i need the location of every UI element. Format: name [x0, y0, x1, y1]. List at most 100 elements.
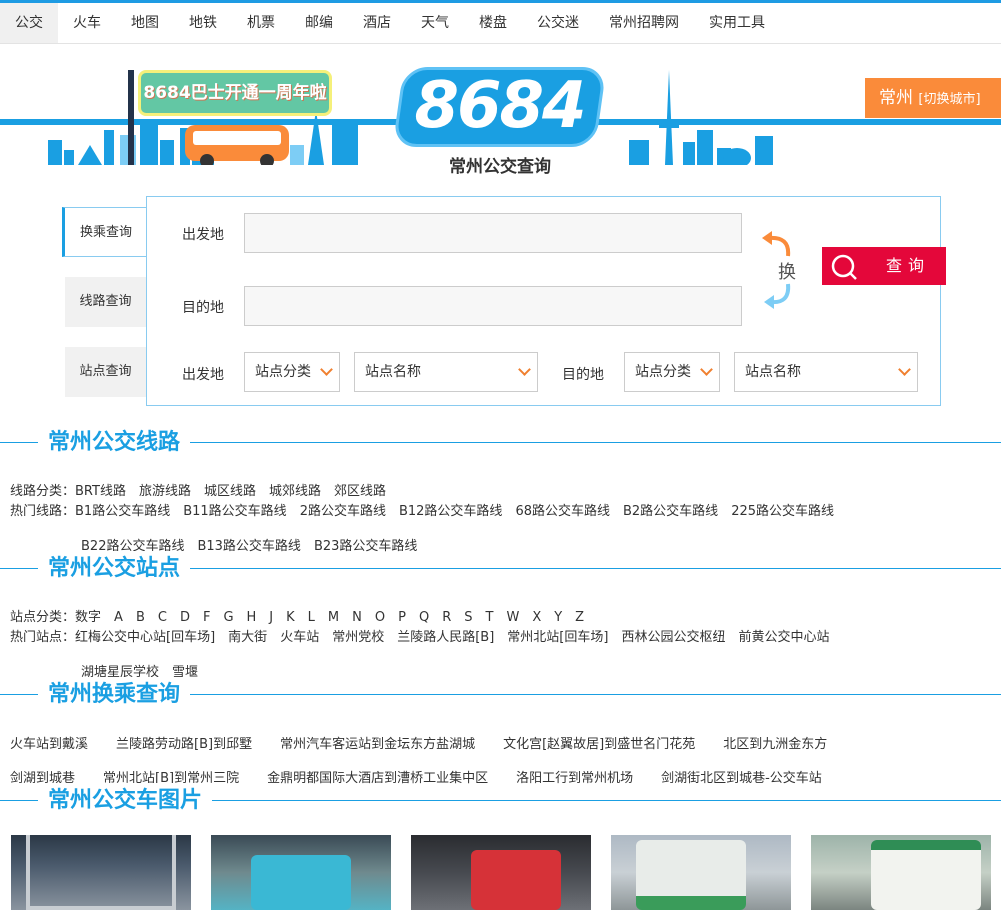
link[interactable]: B23路公交车路线	[314, 539, 417, 554]
bus-photo[interactable]	[11, 835, 191, 910]
nav-item-tools[interactable]: 实用工具	[694, 3, 780, 43]
from-station-category-select[interactable]: 站点分类	[244, 352, 340, 392]
letter-link[interactable]: A	[114, 610, 123, 625]
link[interactable]: B1路公交车路线	[75, 504, 170, 519]
nav-item-map[interactable]: 地图	[116, 3, 174, 43]
section-title-stations: 常州公交站点	[38, 551, 191, 587]
letter-link[interactable]: B	[136, 610, 145, 625]
letter-link[interactable]: Z	[575, 610, 584, 625]
letter-link[interactable]: R	[442, 610, 451, 625]
link[interactable]: 兰陵路人民路[B]	[397, 630, 494, 645]
letter-link[interactable]: T	[486, 610, 494, 625]
search-button[interactable]: 查询	[822, 247, 946, 285]
nav-item-hotel[interactable]: 酒店	[348, 3, 406, 43]
link[interactable]: 红梅公交中心站[回车场]	[75, 630, 215, 645]
link[interactable]: 兰陵路劳动路[B]到邱墅	[116, 737, 252, 752]
link[interactable]: 城区线路	[204, 484, 256, 499]
city-switch-button[interactable]: 常州 [切换城市]	[865, 78, 1001, 118]
station-to-label: 目的地	[562, 367, 604, 383]
link[interactable]: 常州北站[回车场]	[507, 630, 608, 645]
letter-link[interactable]: O	[375, 610, 385, 625]
link[interactable]: 郊区线路	[334, 484, 386, 499]
from-label: 出发地	[182, 227, 224, 243]
letter-link[interactable]: H	[247, 610, 257, 625]
link[interactable]: 火车站到戴溪	[10, 737, 88, 752]
bus-photo[interactable]	[611, 835, 791, 910]
link[interactable]: 常州汽车客运站到金坛东方盐湖城	[280, 737, 475, 752]
nav-item-train[interactable]: 火车	[58, 3, 116, 43]
nav-item-property[interactable]: 楼盘	[464, 3, 522, 43]
nav-item-bus-fans[interactable]: 公交迷	[522, 3, 594, 43]
link[interactable]: 城郊线路	[269, 484, 321, 499]
link[interactable]: 火车站	[280, 630, 319, 645]
row-label: 热门站点：	[10, 630, 76, 645]
city-skyline-right-icon	[629, 70, 773, 165]
line-categories-row: 线路分类：BRT线路 旅游线路 城区线路 城郊线路 郊区线路	[10, 480, 399, 499]
letter-link[interactable]: D	[180, 610, 190, 625]
sign-pole	[128, 70, 134, 165]
link[interactable]: 旅游线路	[139, 484, 191, 499]
search-button-label: 查询	[886, 256, 931, 275]
nav-item-jobs[interactable]: 常州招聘网	[594, 3, 694, 43]
bus-photo[interactable]	[811, 835, 991, 910]
section-title-photos: 常州公交车图片	[38, 783, 213, 819]
letter-link[interactable]: M	[328, 610, 339, 625]
letter-link[interactable]: X	[532, 610, 541, 625]
row-label: 热门线路：	[10, 504, 76, 519]
link[interactable]: 2路公交车路线	[300, 504, 386, 519]
letter-link[interactable]: Y	[554, 610, 562, 625]
link[interactable]: 剑湖街北区到城巷-公交车站	[661, 771, 822, 786]
anniversary-promo[interactable]: 8684巴士开通一周年啦	[138, 70, 332, 116]
letter-link[interactable]: C	[158, 610, 167, 625]
nav-item-bus[interactable]: 公交	[0, 3, 58, 43]
link[interactable]: B13路公交车路线	[197, 539, 300, 554]
letter-link[interactable]: L	[308, 610, 315, 625]
link[interactable]: 68路公交车路线	[515, 504, 610, 519]
select-value: 站点分类	[255, 364, 311, 380]
link[interactable]: 金鼎明都国际大酒店到漕桥工业集中区	[267, 771, 488, 786]
link[interactable]: BRT线路	[75, 484, 126, 499]
link[interactable]: 南大街	[228, 630, 267, 645]
link[interactable]: 前黄公交中心站	[738, 630, 829, 645]
link[interactable]: B12路公交车路线	[399, 504, 502, 519]
link[interactable]: B11路公交车路线	[183, 504, 286, 519]
bus-photo[interactable]	[211, 835, 391, 910]
letter-link[interactable]: K	[286, 610, 295, 625]
link[interactable]: 洛阳工行到常州机场	[516, 771, 633, 786]
from-input[interactable]	[244, 213, 742, 253]
letter-link[interactable]: J	[269, 610, 273, 625]
nav-item-postcode[interactable]: 邮编	[290, 3, 348, 43]
letter-link[interactable]: F	[203, 610, 210, 625]
to-input[interactable]	[244, 286, 742, 326]
letter-link[interactable]: 数字	[75, 610, 101, 625]
link[interactable]: 西林公园公交枢纽	[621, 630, 725, 645]
select-value: 站点名称	[745, 364, 801, 380]
tab-transfer[interactable]: 换乘查询	[62, 207, 147, 257]
link[interactable]: 文化宫[赵翼故居]到盛世名门花苑	[503, 737, 695, 752]
to-station-name-select[interactable]: 站点名称	[734, 352, 918, 392]
nav-item-flight[interactable]: 机票	[232, 3, 290, 43]
tab-line[interactable]: 线路查询	[65, 277, 146, 327]
letter-link[interactable]: P	[398, 610, 406, 625]
letter-link[interactable]: G	[223, 610, 233, 625]
letter-link[interactable]: Q	[419, 610, 429, 625]
link[interactable]: 北区到九洲金东方	[723, 737, 827, 752]
site-logo[interactable]: 8684	[398, 66, 601, 146]
to-station-category-select[interactable]: 站点分类	[624, 352, 720, 392]
link[interactable]: B2路公交车路线	[623, 504, 718, 519]
nav-item-weather[interactable]: 天气	[406, 3, 464, 43]
from-station-name-select[interactable]: 站点名称	[354, 352, 538, 392]
letter-link[interactable]: S	[464, 610, 472, 625]
section-title-lines: 常州公交线路	[38, 425, 191, 461]
tab-station[interactable]: 站点查询	[65, 347, 146, 397]
link[interactable]: 常州党校	[332, 630, 384, 645]
bus-photo[interactable]	[411, 835, 591, 910]
switch-city-link[interactable]: [切换城市]	[918, 92, 980, 107]
nav-item-subway[interactable]: 地铁	[174, 3, 232, 43]
chevron-down-icon	[518, 363, 531, 376]
swap-label[interactable]: 换	[778, 258, 796, 284]
letter-link[interactable]: W	[506, 610, 519, 625]
letter-link[interactable]: N	[352, 610, 362, 625]
station-from-label: 出发地	[182, 367, 224, 383]
link[interactable]: 225路公交车路线	[731, 504, 834, 519]
